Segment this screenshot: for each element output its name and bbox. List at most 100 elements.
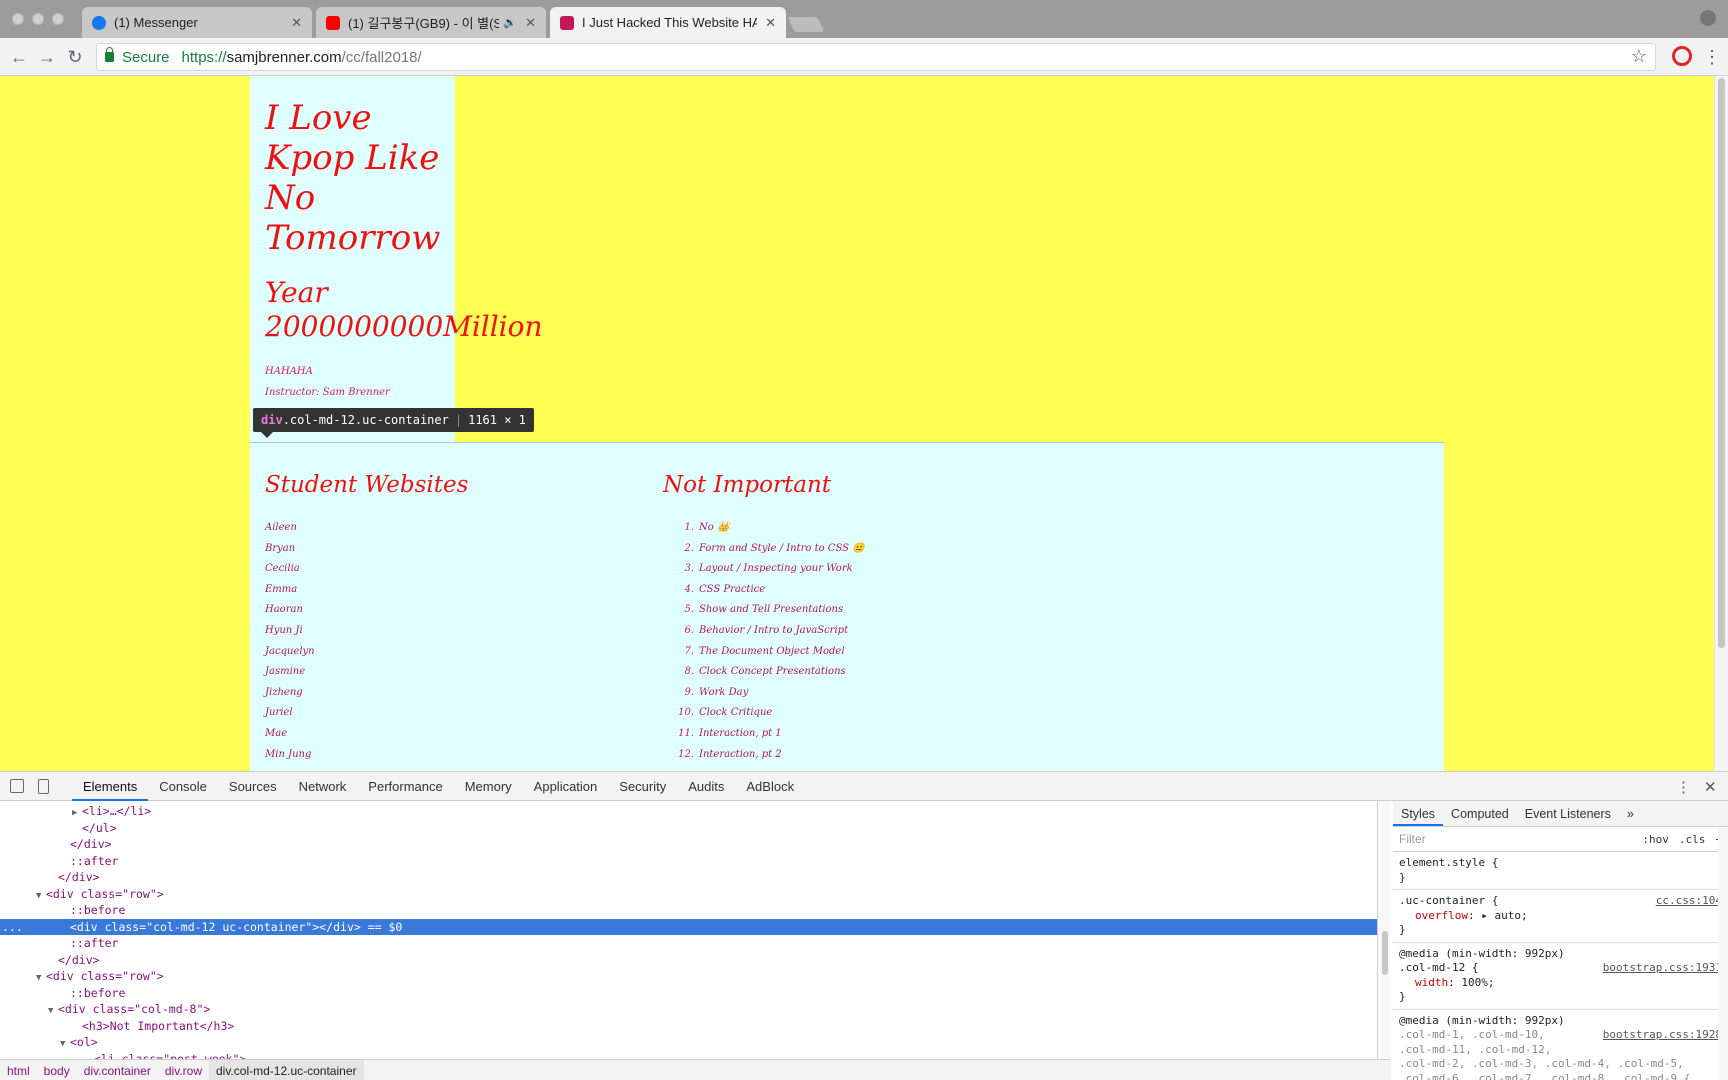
profile-icon[interactable] xyxy=(1700,10,1716,26)
tab-network[interactable]: Network xyxy=(288,772,358,801)
tab-close-icon[interactable]: ✕ xyxy=(765,15,776,31)
tab-close-icon[interactable]: ✕ xyxy=(291,15,302,31)
tab-close-icon[interactable]: ✕ xyxy=(525,15,536,31)
tab-styles[interactable]: Styles xyxy=(1393,801,1444,826)
student-link[interactable]: Min Jung xyxy=(265,745,315,766)
devtools-close-icon[interactable]: ✕ xyxy=(1704,778,1717,796)
dom-node[interactable]: </ul> xyxy=(0,820,1377,837)
class-item[interactable]: 9. Work Day xyxy=(666,683,865,704)
tab-security[interactable]: Security xyxy=(608,772,677,801)
tab-audits[interactable]: Audits xyxy=(677,772,735,801)
css-value[interactable]: 100%; xyxy=(1461,976,1494,989)
class-link[interactable]: Show and Tell Presentations xyxy=(699,604,843,615)
inspect-element-icon[interactable] xyxy=(10,779,24,793)
class-item[interactable]: 5. Show and Tell Presentations xyxy=(666,600,865,621)
class-item[interactable]: 3. Layout / Inspecting your Work xyxy=(666,559,865,580)
student-link[interactable]: Aileen xyxy=(265,518,315,539)
back-icon[interactable]: ← xyxy=(8,46,30,68)
dom-node[interactable]: <h3>Not Important</h3> xyxy=(0,1018,1377,1035)
class-link[interactable]: Interaction, pt 2 xyxy=(699,749,782,760)
student-link[interactable]: Haoran xyxy=(265,600,315,621)
student-link[interactable]: Cecilia xyxy=(265,559,315,580)
tab-application[interactable]: Application xyxy=(523,772,609,801)
elements-scrollbar[interactable] xyxy=(1380,801,1390,1059)
class-item[interactable]: 12. Interaction, pt 2 xyxy=(666,745,865,766)
class-link[interactable]: Work Day xyxy=(699,687,748,698)
tab-sources[interactable]: Sources xyxy=(218,772,288,801)
styles-scrollbar[interactable] xyxy=(1718,827,1728,1080)
student-link[interactable]: Hyun Ji xyxy=(265,621,315,642)
dom-node[interactable]: ▼ <ol> xyxy=(0,1034,1377,1051)
devtools-menu-icon[interactable]: ⋮ xyxy=(1676,778,1691,796)
tab-computed[interactable]: Computed xyxy=(1443,801,1517,826)
elements-scroll-thumb[interactable] xyxy=(1382,931,1388,975)
student-link[interactable]: Juriel xyxy=(265,703,315,724)
dom-node[interactable]: ::before xyxy=(0,902,1377,919)
class-item[interactable]: 8. Clock Concept Presentations xyxy=(666,662,865,683)
breadcrumb-selected[interactable]: div.col-md-12.uc-container xyxy=(208,1059,364,1080)
address-bar[interactable]: Secure https:// samjbrenner.com /cc/fall… xyxy=(96,43,1656,71)
tab-performance[interactable]: Performance xyxy=(357,772,453,801)
class-item[interactable]: 2. Form and Style / Intro to CSS 😐 xyxy=(666,539,865,560)
dom-node[interactable]: ▼ <div class="col-md-8"> xyxy=(0,1001,1377,1018)
dom-node[interactable]: ▼ <div class="row"> xyxy=(0,968,1377,985)
class-item[interactable]: 10. Clock Critique xyxy=(666,703,865,724)
node-actions-icon[interactable]: ... xyxy=(2,919,23,936)
breadcrumb-container[interactable]: div.container xyxy=(77,1064,158,1078)
dom-node[interactable]: ::after xyxy=(0,853,1377,870)
dom-node[interactable]: ▼ <div class="row"> xyxy=(0,886,1377,903)
more-tabs-icon[interactable]: » xyxy=(1619,801,1642,826)
dom-node[interactable]: ▶ <li>…</li> xyxy=(0,803,1377,820)
opera-extension-icon[interactable] xyxy=(1672,46,1692,66)
css-property[interactable]: overflow xyxy=(1399,909,1468,922)
browser-menu-icon[interactable]: ⋮ xyxy=(1703,46,1721,68)
student-link[interactable]: Jizheng xyxy=(265,683,315,704)
hover-state-button[interactable]: :hov xyxy=(1642,833,1669,846)
class-toggle-button[interactable]: .cls xyxy=(1679,833,1706,846)
class-item[interactable]: 11. Interaction, pt 1 xyxy=(666,724,865,745)
window-minimize-button[interactable] xyxy=(32,13,44,25)
css-value[interactable]: ▸ auto; xyxy=(1481,909,1527,922)
tab-elements[interactable]: Elements xyxy=(72,772,149,801)
dom-node-selected[interactable]: ... <div class="col-md-12 uc-container"><… xyxy=(0,918,1377,936)
student-link[interactable]: Emma xyxy=(265,580,315,601)
breadcrumb-body[interactable]: body xyxy=(37,1064,77,1078)
class-item[interactable]: 6. Behavior / Intro to JavaScript xyxy=(666,621,865,642)
css-property[interactable]: width xyxy=(1399,976,1448,989)
new-tab-button[interactable] xyxy=(787,17,825,32)
class-item[interactable]: 4. CSS Practice xyxy=(666,580,865,601)
window-close-button[interactable] xyxy=(12,13,24,25)
dom-node[interactable]: ::before xyxy=(0,985,1377,1002)
bookmark-star-icon[interactable]: ☆ xyxy=(1631,46,1647,67)
forward-icon[interactable]: → xyxy=(36,46,58,68)
student-link[interactable]: Mae xyxy=(265,724,315,745)
breadcrumb-row[interactable]: div.row xyxy=(158,1064,209,1078)
class-link[interactable]: CSS Practice xyxy=(699,584,765,595)
browser-tab-messenger[interactable]: (1) Messenger ✕ xyxy=(82,7,312,38)
reload-icon[interactable]: ↻ xyxy=(64,46,86,68)
class-link[interactable]: Form and Style / Intro to CSS 😐 xyxy=(699,543,865,554)
rule-source-link[interactable]: cc.css:104 xyxy=(1656,894,1722,909)
breadcrumb-html[interactable]: html xyxy=(0,1064,37,1078)
filter-input[interactable]: Filter xyxy=(1399,832,1632,846)
student-link[interactable]: Bryan xyxy=(265,539,315,560)
speaker-icon[interactable]: 🔊 xyxy=(503,16,517,29)
dom-node[interactable]: </div> xyxy=(0,836,1377,853)
class-link[interactable]: Behavior / Intro to JavaScript xyxy=(699,625,848,636)
student-link[interactable]: Jacquelyn xyxy=(265,642,315,663)
dom-node[interactable]: <li class="post-week"> xyxy=(0,1051,1377,1060)
page-scrollbar[interactable] xyxy=(1714,76,1728,771)
window-maximize-button[interactable] xyxy=(52,13,64,25)
dom-node[interactable]: </div> xyxy=(0,952,1377,969)
rule-source-link[interactable]: bootstrap.css:1931 xyxy=(1603,961,1722,976)
class-link[interactable]: Clock Concept Presentations xyxy=(699,666,846,677)
tab-memory[interactable]: Memory xyxy=(454,772,523,801)
device-toolbar-icon[interactable] xyxy=(38,779,49,794)
student-link[interactable]: Jasmine xyxy=(265,662,315,683)
class-link[interactable]: Interaction, pt 1 xyxy=(699,728,782,739)
dom-node[interactable]: ::after xyxy=(0,935,1377,952)
browser-tab-youtube[interactable]: (1) 길구봉구(GB9) - 이 별(Star) 🔊 ✕ xyxy=(316,7,546,38)
class-item[interactable]: 1. No 👑 xyxy=(666,518,865,539)
dom-node[interactable]: </div> xyxy=(0,869,1377,886)
class-link[interactable]: The Document Object Model xyxy=(699,646,845,657)
